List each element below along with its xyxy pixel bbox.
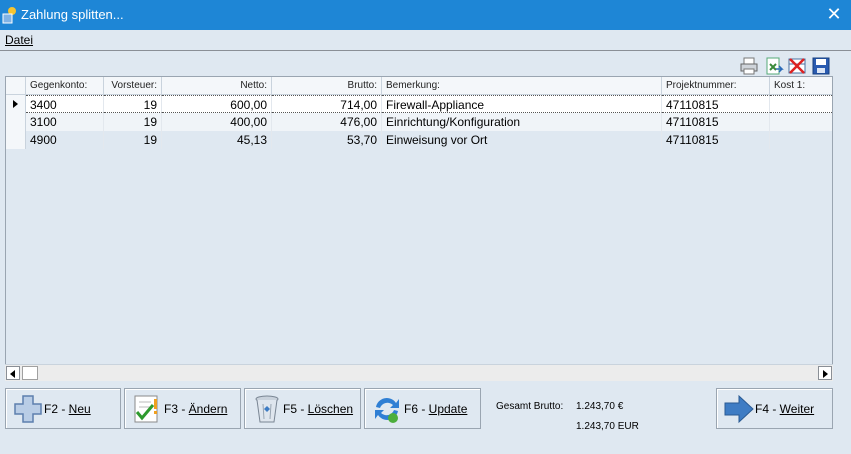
table-row[interactable]: 4900 19 45,13 53,70 Einweisung vor Ort 4… xyxy=(6,131,832,149)
arrow-left-icon xyxy=(10,370,15,378)
next-button-label: Weiter xyxy=(779,402,815,416)
refresh-icon xyxy=(375,398,399,423)
cell-netto[interactable]: 45,13 xyxy=(162,131,272,149)
cell-projektnummer[interactable]: 47110815 xyxy=(662,131,770,149)
update-button-prefix: F6 - xyxy=(404,402,429,416)
cell-netto[interactable]: 600,00 xyxy=(162,95,272,113)
cell-bemerkung[interactable]: Einrichtung/Konfiguration xyxy=(382,113,662,131)
update-button[interactable]: F6 - Update xyxy=(364,388,481,429)
cell-vorsteuer[interactable]: 19 xyxy=(104,131,162,149)
scroll-thumb[interactable] xyxy=(22,366,38,380)
plus-icon xyxy=(14,395,42,423)
cell-gegenkonto[interactable]: 4900 xyxy=(26,131,104,149)
edit-button-prefix: F3 - xyxy=(164,402,189,416)
new-button[interactable]: F2 - Neu xyxy=(5,388,121,429)
delete-button[interactable]: F5 - Löschen xyxy=(244,388,361,429)
cell-gegenkonto[interactable]: 3100 xyxy=(26,113,104,131)
scroll-right-button[interactable] xyxy=(818,366,832,380)
delete-button-prefix: F5 - xyxy=(283,402,308,416)
delete-button-label: Löschen xyxy=(307,402,354,416)
cell-vorsteuer[interactable]: 19 xyxy=(104,95,162,113)
close-button[interactable]: ✕ xyxy=(817,0,851,30)
horizontal-scrollbar[interactable] xyxy=(5,364,833,381)
menu-bar: Datei xyxy=(0,30,851,51)
row-indicator xyxy=(6,113,26,131)
col-projektnummer[interactable]: Projektnummer: xyxy=(662,77,770,95)
total-gross-value: 1.243,70 € xyxy=(576,401,624,412)
arrow-right-icon xyxy=(823,370,828,378)
total-gross-value-currency: 1.243,70 EUR xyxy=(576,421,639,432)
col-netto[interactable]: Netto: xyxy=(162,77,272,95)
cell-kost1[interactable] xyxy=(770,95,832,113)
export-icon[interactable] xyxy=(764,56,784,76)
cell-brutto[interactable]: 714,00 xyxy=(272,95,382,113)
col-brutto[interactable]: Brutto: xyxy=(272,77,382,95)
header-indicator xyxy=(6,77,26,95)
app-icon xyxy=(2,7,16,24)
new-button-label: Neu xyxy=(68,402,91,416)
col-kost1[interactable]: Kost 1: xyxy=(770,77,832,95)
row-indicator xyxy=(6,131,26,149)
menu-datei[interactable]: Datei xyxy=(5,33,33,47)
cell-netto[interactable]: 400,00 xyxy=(162,113,272,131)
title-bar: Zahlung splitten... ✕ xyxy=(0,0,851,30)
split-table[interactable]: Gegenkonto: Vorsteuer: Netto: Brutto: Be… xyxy=(5,76,833,381)
current-row-arrow-icon xyxy=(13,100,18,108)
edit-checklist-icon xyxy=(134,395,158,423)
save-icon[interactable] xyxy=(811,56,831,76)
scroll-left-button[interactable] xyxy=(6,366,20,380)
arrow-right-large-icon xyxy=(724,394,754,424)
printer-icon[interactable] xyxy=(739,56,759,76)
cell-brutto[interactable]: 476,00 xyxy=(272,113,382,131)
total-gross-label: Gesamt Brutto: xyxy=(496,401,564,412)
window-title: Zahlung splitten... xyxy=(21,7,124,22)
update-button-label: Update xyxy=(428,402,468,416)
new-button-prefix: F2 - xyxy=(44,402,69,416)
cell-bemerkung[interactable]: Einweisung vor Ort xyxy=(382,131,662,149)
next-button[interactable]: F4 - Weiter xyxy=(716,388,833,429)
next-button-prefix: F4 - xyxy=(755,402,780,416)
row-indicator xyxy=(6,95,26,113)
col-bemerkung[interactable]: Bemerkung: xyxy=(382,77,662,95)
edit-button-label: Ändern xyxy=(188,402,228,416)
table-row[interactable]: 3100 19 400,00 476,00 Einrichtung/Konfig… xyxy=(6,113,832,131)
cell-kost1[interactable] xyxy=(770,131,832,149)
menu-datei-label: Datei xyxy=(5,33,34,47)
table-row[interactable]: 3400 19 600,00 714,00 Firewall-Appliance… xyxy=(6,95,832,113)
cell-projektnummer[interactable]: 47110815 xyxy=(662,95,770,113)
cell-kost1[interactable] xyxy=(770,113,832,131)
cell-gegenkonto[interactable]: 3400 xyxy=(26,95,104,113)
trash-icon xyxy=(255,395,279,423)
col-gegenkonto[interactable]: Gegenkonto: xyxy=(26,77,104,95)
cell-projektnummer[interactable]: 47110815 xyxy=(662,113,770,131)
delete-layout-icon[interactable] xyxy=(787,56,807,76)
col-vorsteuer[interactable]: Vorsteuer: xyxy=(104,77,162,95)
cell-vorsteuer[interactable]: 19 xyxy=(104,113,162,131)
cell-brutto[interactable]: 53,70 xyxy=(272,131,382,149)
cell-bemerkung[interactable]: Firewall-Appliance xyxy=(382,95,662,113)
edit-button[interactable]: F3 - Ändern xyxy=(124,388,241,429)
